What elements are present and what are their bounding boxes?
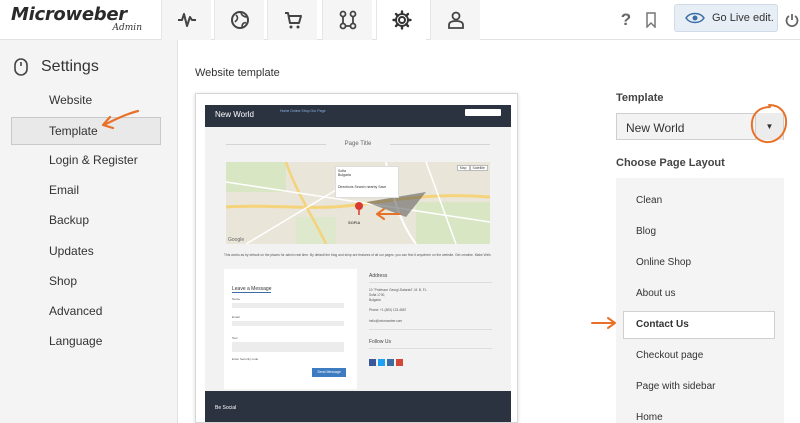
tab-users[interactable] <box>430 0 480 40</box>
layout-item-blog[interactable]: Blog <box>636 226 776 237</box>
map-popup-links: Directions Search nearby Save <box>338 185 387 189</box>
modules-icon <box>339 10 356 30</box>
map-city-label: SOFIA <box>348 220 361 225</box>
tab-settings[interactable] <box>376 0 426 40</box>
globe-icon <box>230 11 249 29</box>
divider <box>369 282 492 283</box>
cart-icon <box>284 12 302 29</box>
layout-item-online-shop[interactable]: Online Shop <box>636 257 776 268</box>
select-dropdown-button[interactable]: ▼ <box>755 113 783 140</box>
eye-icon <box>685 12 705 24</box>
layout-item-home[interactable]: Home <box>636 412 776 423</box>
google-plus-icon <box>396 359 403 366</box>
sidebar-item-language[interactable]: Language <box>11 327 161 355</box>
map-info-popup: Sofia Bulgaria Directions Search nearby … <box>335 166 399 198</box>
annotation-arrow-icon <box>591 317 616 329</box>
preview-body: Page Title Sofia Bulgaria Directions Sea… <box>205 127 511 391</box>
map-type-buttons: Map Satellite <box>456 165 488 171</box>
layout-item-about-us[interactable]: About us <box>636 288 776 299</box>
bookmark-icon[interactable] <box>641 9 661 31</box>
google-logo: Google <box>228 237 245 243</box>
address-line-3: Bulgaria <box>369 298 381 302</box>
help-icon[interactable]: ? <box>616 9 636 31</box>
layout-label: Choose Page Layout <box>616 157 725 169</box>
sidebar-item-advanced[interactable]: Advanced <box>11 297 161 325</box>
address-title: Address <box>369 273 388 279</box>
sidebar-item-login-register[interactable]: Login & Register <box>11 146 161 174</box>
sidebar-item-shop[interactable]: Shop <box>11 267 161 295</box>
user-icon <box>447 11 464 29</box>
preview-send-button: Send Message <box>312 368 346 377</box>
layout-item-contact-us[interactable]: Contact Us <box>623 311 775 339</box>
form-field <box>232 303 344 308</box>
facebook-icon <box>369 359 376 366</box>
preview-body-text: This works as by default on the places f… <box>224 253 492 257</box>
template-label: Template <box>616 92 664 104</box>
divider <box>390 144 490 145</box>
triangle-down-icon: ▼ <box>765 122 774 131</box>
go-live-edit-button[interactable]: Go Live edit. <box>674 4 778 32</box>
address-line-2: Sofia 1700, <box>369 293 386 297</box>
sidebar-item-template[interactable]: Template <box>11 117 161 145</box>
section-title: Website template <box>195 67 280 79</box>
template-select-value: New World <box>626 121 685 135</box>
layout-item-clean[interactable]: Clean <box>636 195 776 206</box>
map-popup-sub: Bulgaria <box>338 173 351 177</box>
template-preview: New World Home Online Shop Our Page Page… <box>195 93 518 423</box>
form-label-email: Email <box>232 315 240 319</box>
follow-title: Follow Us <box>369 339 391 345</box>
twitter-icon <box>378 359 385 366</box>
tab-modules[interactable] <box>322 0 372 40</box>
sidebar-item-updates[interactable]: Updates <box>11 237 161 265</box>
sidebar-item-website[interactable]: Website <box>11 86 161 114</box>
preview-footer: Be Social <box>205 391 511 422</box>
logo[interactable]: Microweber Admin <box>11 4 146 36</box>
gear-icon <box>391 10 412 30</box>
form-label-name: Name <box>232 297 241 301</box>
form-field <box>232 342 344 352</box>
preview-contact-form: Leave a Message Name Email Text Enter Se… <box>224 269 357 389</box>
preview-header: New World Home Online Shop Our Page <box>205 105 511 127</box>
security-code-label: Enter Security code <box>232 357 259 361</box>
sidebar-header: Settings <box>14 58 99 76</box>
preview-brand: New World <box>215 110 254 119</box>
contact-form-title: Leave a Message <box>232 286 272 293</box>
preview-header-button <box>465 109 501 116</box>
preview-footer-text: Be Social <box>215 405 237 411</box>
pulse-icon <box>177 13 196 27</box>
tab-stats[interactable] <box>161 0 211 40</box>
tab-shop[interactable] <box>267 0 317 40</box>
sidebar-item-backup[interactable]: Backup <box>11 206 161 234</box>
top-bar: Microweber Admin ? Go Live edit. <box>0 0 800 40</box>
form-label-text: Text <box>232 336 238 340</box>
divider <box>369 329 492 330</box>
preview-map: Sofia Bulgaria Directions Search nearby … <box>226 162 490 244</box>
address-line-1: 10 "Professor Georgi Zlatarski", M. B, F… <box>369 288 428 292</box>
address-email: hello@microweber.com <box>369 319 403 323</box>
tab-website[interactable] <box>214 0 264 40</box>
divider <box>369 348 492 349</box>
logo-subtitle: Admin <box>112 23 142 33</box>
mouse-icon <box>14 58 28 76</box>
map-button: Map <box>456 165 470 171</box>
layout-item-page-with-sidebar[interactable]: Page with sidebar <box>636 381 776 392</box>
sidebar-title: Settings <box>41 58 99 75</box>
layout-item-checkout-page[interactable]: Checkout page <box>636 350 776 361</box>
logo-text: Microweber <box>11 4 127 25</box>
form-field <box>232 321 344 326</box>
preview-nav-links: Home Online Shop Our Page <box>280 109 326 113</box>
sidebar-item-email[interactable]: Email <box>11 176 161 204</box>
address-phone: Phone: +1 (800) 123-4567 <box>369 308 407 312</box>
satellite-button: Satellite <box>469 165 488 171</box>
linkedin-icon <box>387 359 394 366</box>
go-live-label: Go Live edit. <box>712 12 774 24</box>
power-icon[interactable] <box>782 9 800 31</box>
